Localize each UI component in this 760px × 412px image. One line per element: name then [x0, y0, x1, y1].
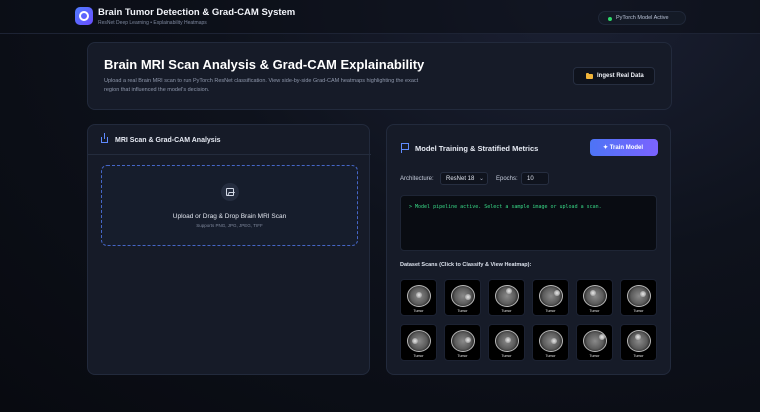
thumbnail-label: Tumor — [457, 309, 468, 313]
tumor-region — [465, 294, 471, 300]
dataset-scan-thumbnail[interactable]: Tumor — [488, 324, 525, 361]
tumor-region — [416, 292, 422, 298]
tumor-region — [505, 337, 511, 343]
dataset-scan-thumbnail[interactable]: Tumor — [532, 324, 569, 361]
tumor-region — [635, 334, 641, 340]
dataset-scan-thumbnail[interactable]: Tumor — [444, 324, 481, 361]
thumbnail-label: Tumor — [501, 354, 512, 358]
dataset-scan-thumbnail[interactable]: Tumor — [532, 279, 569, 316]
top-bar: Brain Tumor Detection & Grad-CAM System … — [0, 0, 760, 34]
thumbnail-label: Tumor — [545, 354, 556, 358]
dataset-scan-thumbnail[interactable]: Tumor — [576, 279, 613, 316]
train-model-button[interactable]: ✦ Train Model — [590, 139, 658, 156]
architecture-value: ResNet 18 — [446, 176, 475, 182]
mri-scan-image — [583, 285, 607, 307]
dataset-scan-thumbnail[interactable]: Tumor — [444, 279, 481, 316]
train-button-label: ✦ Train Model — [603, 145, 644, 151]
tumor-region — [599, 334, 605, 340]
thumbnail-label: Tumor — [589, 309, 600, 313]
mri-scan-image — [539, 285, 563, 307]
panel-header: MRI Scan & Grad-CAM Analysis — [88, 125, 371, 155]
mri-analysis-panel: MRI Scan & Grad-CAM Analysis Upload or D… — [87, 124, 371, 375]
tumor-region — [412, 338, 418, 344]
thumbnail-label: Tumor — [457, 354, 468, 358]
app-logo-icon — [75, 7, 93, 25]
mri-scan-image — [451, 285, 475, 307]
dataset-scan-thumbnail[interactable]: Tumor — [620, 324, 657, 361]
epochs-input[interactable]: 10 — [521, 172, 549, 185]
mri-scan-image — [583, 330, 607, 352]
ingest-real-data-button[interactable]: Ingest Real Data — [573, 67, 655, 85]
thumbnail-label: Tumor — [413, 309, 424, 313]
upload-icon — [101, 133, 108, 143]
chevron-down-icon: ⌄ — [479, 176, 485, 182]
status-dot-icon — [608, 17, 612, 21]
dropzone-subtitle: Supports PNG, JPG, JPEG, TIFF — [196, 223, 263, 228]
hero-description: Upload a real Brain MRI scan to run PyTo… — [104, 78, 419, 93]
tumor-region — [506, 288, 512, 294]
dataset-scan-thumbnail[interactable]: Tumor — [620, 279, 657, 316]
mri-upload-dropzone[interactable]: Upload or Drag & Drop Brain MRI Scan Sup… — [101, 165, 358, 246]
thumbnail-label: Tumor — [633, 354, 644, 358]
dataset-scan-thumbnail[interactable]: Tumor — [400, 324, 437, 361]
epochs-label: Epochs: — [496, 176, 518, 182]
training-console: > Model pipeline active. Select a sample… — [400, 195, 657, 251]
thumbnail-label: Tumor — [589, 354, 600, 358]
status-text: PyTorch Model Active — [616, 15, 669, 21]
model-training-panel: Model Training & Stratified Metrics ✦ Tr… — [386, 124, 671, 375]
thumbnail-label: Tumor — [501, 309, 512, 313]
mri-scan-image — [627, 285, 651, 307]
tumor-region — [590, 290, 596, 296]
dataset-scan-thumbnail[interactable]: Tumor — [488, 279, 525, 316]
app-subtitle: ResNet Deep Learning • Explainability He… — [98, 20, 207, 26]
mri-scan-image — [407, 330, 431, 352]
architecture-label: Architecture: — [400, 176, 434, 182]
dataset-thumbnail-grid: Tumor Tumor Tumor Tumor Tumor Tumor Tumor Tumor… — [400, 279, 660, 365]
tumor-region — [640, 291, 646, 297]
dataset-scan-thumbnail[interactable]: Tumor — [400, 279, 437, 316]
app-title: Brain Tumor Detection & Grad-CAM System — [98, 7, 296, 18]
flag-icon — [401, 143, 409, 153]
mri-scan-image — [451, 330, 475, 352]
image-upload-icon — [221, 183, 239, 201]
model-status-badge: PyTorch Model Active — [598, 11, 686, 25]
thumbnail-label: Tumor — [545, 309, 556, 313]
panel-title: Model Training & Stratified Metrics — [415, 144, 539, 153]
thumbnail-label: Tumor — [413, 354, 424, 358]
tumor-region — [554, 290, 560, 296]
page-title: Brain MRI Scan Analysis & Grad-CAM Expla… — [104, 57, 425, 72]
folder-icon — [586, 73, 593, 79]
thumbnail-label: Tumor — [633, 309, 644, 313]
tumor-region — [551, 338, 557, 344]
dataset-scan-thumbnail[interactable]: Tumor — [576, 324, 613, 361]
ingest-button-label: Ingest Real Data — [597, 73, 644, 79]
console-output: > Model pipeline active. Select a sample… — [409, 204, 602, 210]
hero-card: Brain MRI Scan Analysis & Grad-CAM Expla… — [87, 42, 672, 110]
dropzone-title: Upload or Drag & Drop Brain MRI Scan — [172, 213, 287, 220]
architecture-select[interactable]: ResNet 18 ⌄ — [440, 172, 488, 185]
panel-title: MRI Scan & Grad-CAM Analysis — [115, 137, 221, 144]
dataset-scans-label: Dataset Scans (Click to Classify & View … — [400, 262, 532, 268]
tumor-region — [465, 337, 471, 343]
